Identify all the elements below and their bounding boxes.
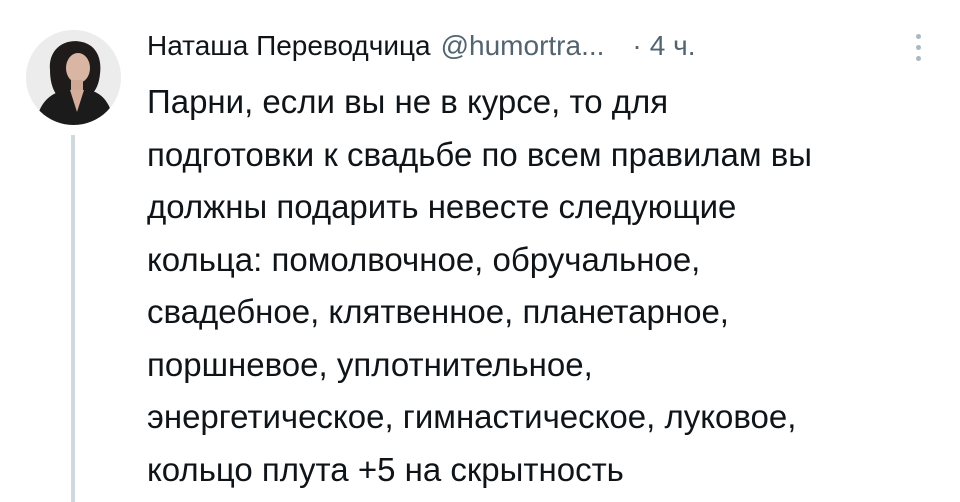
- more-vertical-icon[interactable]: [911, 34, 925, 66]
- tweet-text: Парни, если вы не в курсе, то для подгот…: [147, 76, 947, 496]
- tweet-text-line: кольца: помолвочное, обручальное,: [147, 240, 701, 278]
- tweet-text-line: энергетическое, гимнастическое, луковое,: [147, 398, 797, 435]
- separator-dot: ·: [632, 30, 642, 61]
- tweet-text-line: поршневое, уплотнительное,: [147, 345, 593, 383]
- author-name[interactable]: Наташа Переводчица: [147, 30, 431, 62]
- tweet-header: Наташа Переводчица @humortra... · 4 ч.: [147, 24, 695, 68]
- tweet-text-line: кольцо плута +5 на скрытность: [147, 450, 624, 488]
- tweet-text-line: свадебное, клятвенное, планетарное,: [147, 293, 729, 330]
- thread-line: [71, 135, 75, 502]
- tweet-text-line: Парни, если вы не в курсе, то для: [147, 83, 669, 120]
- timestamp[interactable]: 4 ч.: [650, 30, 696, 62]
- avatar[interactable]: [26, 30, 121, 125]
- avatar-photo: [26, 30, 121, 125]
- author-handle[interactable]: @humortra...: [441, 30, 605, 62]
- tweet-text-line: должны подарить невесте следующие: [147, 188, 737, 225]
- tweet[interactable]: Наташа Переводчица @humortra... · 4 ч. П…: [0, 0, 960, 502]
- tweet-text-line: подготовки к свадьбе по всем правилам вы: [147, 135, 812, 173]
